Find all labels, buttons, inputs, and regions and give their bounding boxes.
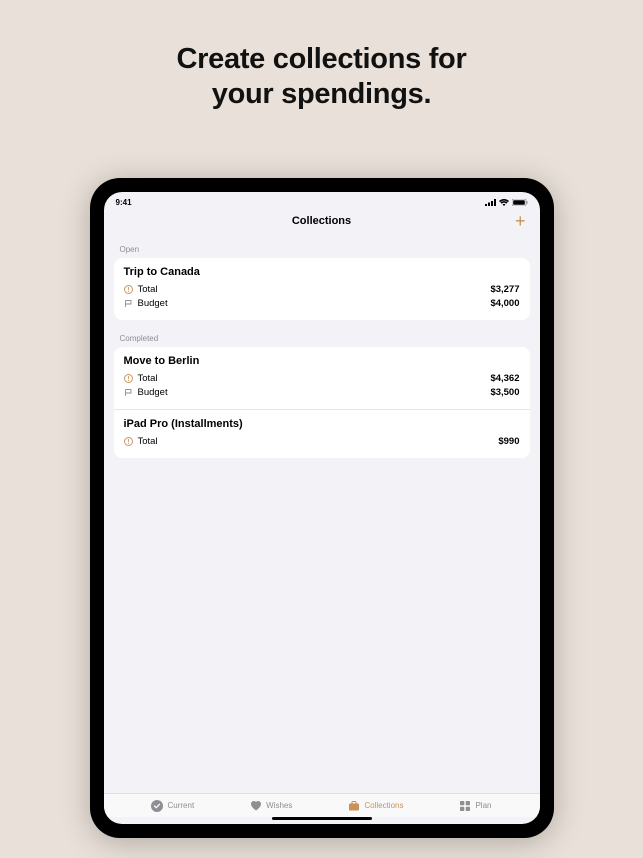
add-button[interactable]: + — [515, 211, 526, 232]
tab-label: Plan — [475, 801, 491, 810]
tab-current[interactable]: Current — [151, 800, 194, 812]
status-time: 9:41 — [116, 198, 132, 207]
detail-value: $4,362 — [490, 373, 519, 384]
status-indicators — [485, 199, 528, 206]
item-title: Trip to Canada — [124, 266, 520, 278]
collection-item[interactable]: Move to Berlin Total $4,362 — [114, 347, 530, 409]
signal-icon — [485, 199, 496, 206]
detail-label-text: Total — [138, 284, 158, 295]
battery-icon — [512, 199, 528, 206]
detail-label-text: Budget — [138, 298, 168, 309]
detail-value: $3,277 — [490, 284, 519, 295]
detail-label-text: Budget — [138, 387, 168, 398]
collection-item[interactable]: Trip to Canada Total $3,277 — [114, 258, 530, 320]
card-group-open: Trip to Canada Total $3,277 — [114, 258, 530, 320]
tab-bar: Current Wishes Collections Plan — [104, 793, 540, 817]
item-title: Move to Berlin — [124, 355, 520, 367]
collection-item[interactable]: iPad Pro (Installments) Total $990 — [114, 409, 530, 458]
home-indicator[interactable] — [272, 817, 372, 821]
marketing-title: Create collections for your spendings. — [0, 0, 643, 112]
marketing-line-1: Create collections for — [0, 42, 643, 77]
detail-row: Budget $3,500 — [124, 385, 520, 399]
detail-row: Budget $4,000 — [124, 296, 520, 310]
budget-icon — [124, 388, 133, 397]
tab-label: Current — [167, 801, 194, 810]
briefcase-icon — [348, 800, 360, 812]
tab-wishes[interactable]: Wishes — [250, 800, 292, 812]
grid-icon — [459, 800, 471, 812]
detail-row: Total $4,362 — [124, 371, 520, 385]
device-frame: 9:41 Collections + — [90, 178, 554, 838]
marketing-line-2: your spendings. — [0, 77, 643, 112]
tab-plan[interactable]: Plan — [459, 800, 491, 812]
nav-title: Collections — [116, 215, 528, 227]
card-group-completed: Move to Berlin Total $4,362 — [114, 347, 530, 458]
detail-value: $4,000 — [490, 298, 519, 309]
wifi-icon — [499, 199, 509, 206]
section-header-completed: Completed — [104, 320, 540, 347]
item-title: iPad Pro (Installments) — [124, 418, 520, 430]
detail-label-text: Total — [138, 373, 158, 384]
detail-value: $990 — [498, 436, 519, 447]
section-header-open: Open — [104, 237, 540, 258]
detail-row: Total $3,277 — [124, 282, 520, 296]
heart-icon — [250, 800, 262, 812]
status-bar: 9:41 — [104, 192, 540, 209]
detail-label-text: Total — [138, 436, 158, 447]
detail-value: $3,500 — [490, 387, 519, 398]
tab-collections[interactable]: Collections — [348, 800, 403, 812]
device-screen: 9:41 Collections + — [104, 192, 540, 824]
content-area: Open Trip to Canada Total $3,277 — [104, 237, 540, 793]
nav-header: Collections + — [104, 209, 540, 237]
tab-label: Collections — [364, 801, 403, 810]
tab-label: Wishes — [266, 801, 292, 810]
total-icon — [124, 374, 133, 383]
detail-row: Total $990 — [124, 434, 520, 448]
budget-icon — [124, 299, 133, 308]
checkmark-circle-icon — [151, 800, 163, 812]
total-icon — [124, 285, 133, 294]
total-icon — [124, 437, 133, 446]
